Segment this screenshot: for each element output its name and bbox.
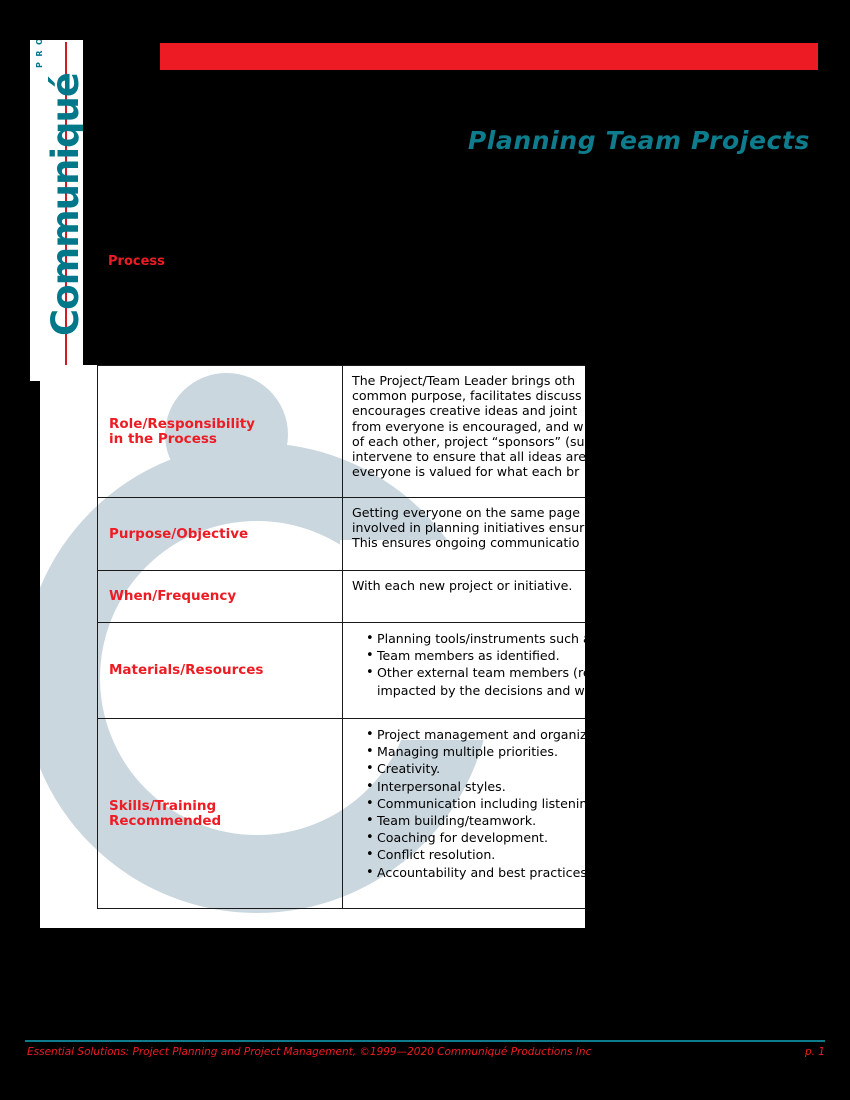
section-label-process: Process xyxy=(108,254,165,269)
list-item: Creativity. xyxy=(366,760,585,777)
table-row-body-cell: Planning tools/instruments such asTeam m… xyxy=(342,622,585,719)
row-label: When/Frequency xyxy=(109,588,237,604)
document-page: Communiqué PRODUCTIONS Planning Team Pro… xyxy=(0,0,850,1100)
list-item: Other external team members (rep impacte… xyxy=(366,664,585,698)
table-row-body-cell: Getting everyone on the same page involv… xyxy=(342,497,585,571)
row-label: Materials/Resources xyxy=(109,662,264,678)
list-item: Conflict resolution. xyxy=(366,846,585,863)
row-label: Purpose/Objective xyxy=(109,525,249,542)
table-row: Materials/Resources Planning tools/instr… xyxy=(97,622,585,719)
table-row-label-cell: Purpose/Objective xyxy=(97,497,343,571)
process-table: Role/Responsibility in the Process The P… xyxy=(97,365,585,909)
header-red-banner xyxy=(160,43,818,70)
table-row-label-cell: When/Frequency xyxy=(97,570,343,623)
table-row-label-cell: Materials/Resources xyxy=(97,622,343,719)
footer-rule xyxy=(25,1040,825,1042)
list-item: Communication including listening xyxy=(366,795,585,812)
row-body-text: With each new project or initiative. xyxy=(352,578,573,593)
logo-panel: Communiqué PRODUCTIONS xyxy=(30,40,83,381)
row-body-text: The Project/Team Leader brings oth commo… xyxy=(352,373,585,480)
list-item: Team members as identified. xyxy=(366,647,585,664)
table-row-label-cell: Role/Responsibility in the Process xyxy=(97,365,343,498)
list-item: Project management and organiza xyxy=(366,726,585,743)
list-item: Managing multiple priorities. xyxy=(366,743,585,760)
logo-tagline: PRODUCTIONS xyxy=(35,40,44,68)
row-label: Skills/Training Recommended xyxy=(109,797,222,829)
list-item: Planning tools/instruments such as xyxy=(366,630,585,647)
table-row: Role/Responsibility in the Process The P… xyxy=(97,365,585,498)
table-row-body-cell: The Project/Team Leader brings oth commo… xyxy=(342,365,585,498)
row-body-list: Project management and organizaManaging … xyxy=(352,726,585,881)
row-body-text: Getting everyone on the same page involv… xyxy=(352,505,585,551)
table-row-body-cell: Project management and organizaManaging … xyxy=(342,718,585,909)
table-row: Skills/Training Recommended Project mana… xyxy=(97,718,585,909)
content-area: Role/Responsibility in the Process The P… xyxy=(40,365,585,928)
table-row: Purpose/Objective Getting everyone on th… xyxy=(97,497,585,571)
list-item: Interpersonal styles. xyxy=(366,778,585,795)
logo-wordmark: Communiqué xyxy=(44,73,83,336)
footer-copyright: Essential Solutions: Project Planning an… xyxy=(27,1046,592,1058)
footer-page-number: p. 1 xyxy=(804,1046,825,1058)
list-item: Coaching for development. xyxy=(366,829,585,846)
list-item: Accountability and best practices. xyxy=(366,864,585,881)
table-row-body-cell: With each new project or initiative. xyxy=(342,570,585,623)
table-row-label-cell: Skills/Training Recommended xyxy=(97,718,343,909)
page-title: Planning Team Projects xyxy=(467,126,810,155)
row-label: Role/Responsibility in the Process xyxy=(109,415,255,447)
list-item: Team building/teamwork. xyxy=(366,812,585,829)
table-row: When/Frequency With each new project or … xyxy=(97,570,585,623)
row-body-list: Planning tools/instruments such asTeam m… xyxy=(352,630,585,699)
